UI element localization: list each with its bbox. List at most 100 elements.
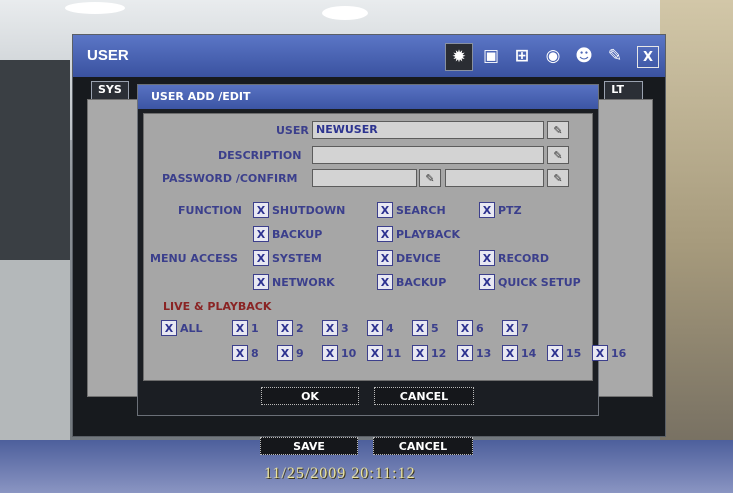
checkbox-box[interactable]: X <box>253 202 269 218</box>
menu-device-checkbox[interactable]: X DEVICE <box>377 250 441 266</box>
ok-button[interactable]: OK <box>261 387 359 405</box>
checkbox-box[interactable]: X <box>322 320 338 336</box>
checkbox-box[interactable]: X <box>367 345 383 361</box>
channel-3-checkbox[interactable]: X3 <box>322 320 349 336</box>
password-input[interactable] <box>312 169 417 187</box>
checkbox-label: 13 <box>476 346 492 360</box>
channel-6-checkbox[interactable]: X6 <box>457 320 484 336</box>
checkbox-label: QUICK SETUP <box>498 275 581 289</box>
users-icon[interactable]: ☻ <box>571 43 597 69</box>
function-playback-checkbox[interactable]: X PLAYBACK <box>377 226 460 242</box>
checkbox-box[interactable]: X <box>502 320 518 336</box>
user-label: USER <box>276 124 309 137</box>
checkbox-label: SHUTDOWN <box>272 203 346 217</box>
channel-4-checkbox[interactable]: X4 <box>367 320 394 336</box>
network-icon[interactable]: ⊞ <box>509 43 535 69</box>
checkbox-box[interactable]: X <box>253 250 269 266</box>
tab-default[interactable]: LT <box>604 81 643 101</box>
checkbox-box[interactable]: X <box>377 226 393 242</box>
checkbox-label: 16 <box>611 346 627 360</box>
channel-9-checkbox[interactable]: X9 <box>277 345 304 361</box>
channel-all-checkbox[interactable]: X ALL <box>161 320 203 336</box>
menu-record-checkbox[interactable]: X RECORD <box>479 250 549 266</box>
checkbox-box[interactable]: X <box>377 250 393 266</box>
tab-system[interactable]: SYS <box>91 81 129 101</box>
live-playback-label: LIVE & PLAYBACK <box>163 300 272 313</box>
description-edit-pencil-icon[interactable]: ✎ <box>547 146 569 164</box>
checkbox-box[interactable]: X <box>457 345 473 361</box>
checkbox-box[interactable]: X <box>479 250 495 266</box>
menu-network-checkbox[interactable]: X NETWORK <box>253 274 335 290</box>
timestamp: 11/25/2009 20:11:12 <box>264 465 416 482</box>
channel-11-checkbox[interactable]: X 11 <box>367 345 401 361</box>
checkbox-box[interactable]: X <box>277 320 293 336</box>
checkbox-box[interactable]: X <box>377 274 393 290</box>
checkbox-label: 6 <box>476 321 484 335</box>
checkbox-label: SYSTEM <box>272 251 322 265</box>
monitor-icon[interactable]: ▣ <box>478 43 504 69</box>
window-cancel-button[interactable]: CANCEL <box>373 437 473 455</box>
channel-10-checkbox[interactable]: X 10 <box>322 345 356 361</box>
checkbox-box[interactable]: X <box>232 320 248 336</box>
checkbox-label: 8 <box>251 346 259 360</box>
description-input[interactable] <box>312 146 544 164</box>
user-edit-pencil-icon[interactable]: ✎ <box>547 121 569 139</box>
checkbox-label: 10 <box>341 346 357 360</box>
checkbox-label: 3 <box>341 321 349 335</box>
channel-13-checkbox[interactable]: X 13 <box>457 345 491 361</box>
checkbox-box[interactable]: X <box>377 202 393 218</box>
checkbox-box[interactable]: X <box>367 320 383 336</box>
checkbox-label: 7 <box>521 321 529 335</box>
checkbox-box[interactable]: X <box>547 345 563 361</box>
checkbox-label: NETWORK <box>272 275 335 289</box>
checkbox-label: 11 <box>386 346 402 360</box>
checkbox-box[interactable]: X <box>161 320 177 336</box>
checkbox-box[interactable]: X <box>412 345 428 361</box>
function-search-checkbox[interactable]: X SEARCH <box>377 202 446 218</box>
menu-access-label: MENU ACCESS <box>150 252 238 265</box>
confirm-password-input[interactable] <box>445 169 544 187</box>
checkbox-box[interactable]: X <box>253 274 269 290</box>
menu-system-checkbox[interactable]: X SYSTEM <box>253 250 322 266</box>
checkbox-box[interactable]: X <box>277 345 293 361</box>
menu-quick-setup-checkbox[interactable]: X QUICK SETUP <box>479 274 581 290</box>
channel-8-checkbox[interactable]: X8 <box>232 345 259 361</box>
user-add-edit-dialog: USER ADD /EDIT USER NEWUSER ✎ DESCRIPTIO… <box>137 84 626 416</box>
checkbox-box[interactable]: X <box>322 345 338 361</box>
checkbox-box[interactable]: X <box>253 226 269 242</box>
channel-14-checkbox[interactable]: X 14 <box>502 345 536 361</box>
gear-icon[interactable]: ✹ <box>445 43 473 71</box>
save-button[interactable]: SAVE <box>260 437 358 455</box>
channel-1-checkbox[interactable]: X1 <box>232 320 259 336</box>
checkbox-label: 5 <box>431 321 439 335</box>
function-ptz-checkbox[interactable]: X PTZ <box>479 202 522 218</box>
channel-2-checkbox[interactable]: X2 <box>277 320 304 336</box>
checkbox-label: 9 <box>296 346 304 360</box>
channel-5-checkbox[interactable]: X5 <box>412 320 439 336</box>
password-edit-pencil-icon[interactable]: ✎ <box>419 169 441 187</box>
channel-7-checkbox[interactable]: X7 <box>502 320 529 336</box>
checkbox-label: 14 <box>521 346 537 360</box>
globe-icon[interactable]: ◉ <box>540 43 566 69</box>
dialog-cancel-button[interactable]: CANCEL <box>374 387 474 405</box>
confirm-edit-pencil-icon[interactable]: ✎ <box>547 169 569 187</box>
checkbox-box[interactable]: X <box>479 274 495 290</box>
function-label: FUNCTION <box>178 204 242 217</box>
window-title-bar: USER ✹ ▣ ⊞ ◉ ☻ ✎ X <box>73 35 665 77</box>
checkbox-label: DEVICE <box>396 251 441 265</box>
checkbox-box[interactable]: X <box>479 202 495 218</box>
function-backup-checkbox[interactable]: X BACKUP <box>253 226 322 242</box>
channel-12-checkbox[interactable]: X 12 <box>412 345 446 361</box>
checkbox-box[interactable]: X <box>232 345 248 361</box>
function-shutdown-checkbox[interactable]: X SHUTDOWN <box>253 202 345 218</box>
close-icon[interactable]: X <box>637 46 659 68</box>
tools-icon[interactable]: ✎ <box>602 43 628 69</box>
checkbox-box[interactable]: X <box>592 345 608 361</box>
checkbox-box[interactable]: X <box>457 320 473 336</box>
channel-16-checkbox[interactable]: X 16 <box>592 345 626 361</box>
user-input[interactable]: NEWUSER <box>312 121 544 139</box>
checkbox-box[interactable]: X <box>502 345 518 361</box>
channel-15-checkbox[interactable]: X 15 <box>547 345 581 361</box>
checkbox-box[interactable]: X <box>412 320 428 336</box>
menu-backup-checkbox[interactable]: X BACKUP <box>377 274 446 290</box>
